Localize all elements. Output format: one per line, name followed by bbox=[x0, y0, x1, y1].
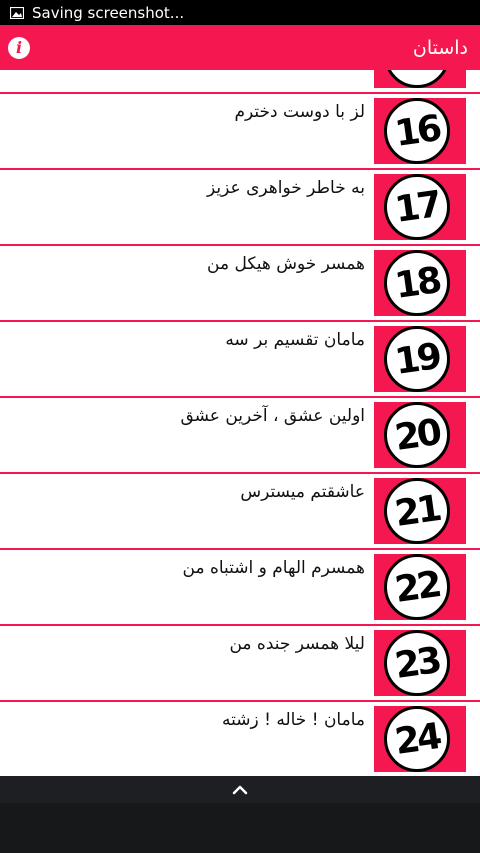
list-item[interactable]: 15 bbox=[0, 70, 480, 94]
list-item[interactable]: لیلا همسر جنده من 23 bbox=[0, 626, 480, 702]
story-thumbnail: 18 bbox=[374, 250, 466, 316]
story-thumbnail: 20 bbox=[374, 402, 466, 468]
story-number: 21 bbox=[392, 487, 442, 535]
number-badge: 18 bbox=[384, 250, 450, 316]
list-item[interactable]: مامان ! خاله ! زشته 24 bbox=[0, 702, 480, 776]
status-text: Saving screenshot... bbox=[32, 3, 185, 22]
list-item[interactable]: اولین عشق ، آخرین عشق 20 bbox=[0, 398, 480, 474]
story-number: 19 bbox=[392, 335, 442, 383]
story-number: 23 bbox=[392, 639, 442, 687]
story-thumbnail: 19 bbox=[374, 326, 466, 392]
list-item[interactable]: عاشقتم میسترس 21 bbox=[0, 474, 480, 550]
story-title: مامان تقسیم بر سه bbox=[225, 330, 365, 350]
number-badge: 21 bbox=[384, 478, 450, 544]
number-badge: 16 bbox=[384, 98, 450, 164]
story-list[interactable]: 15 لز با دوست دخترم 16 به خاطر خواهری عز… bbox=[0, 70, 480, 776]
story-thumbnail: 21 bbox=[374, 478, 466, 544]
story-number: 16 bbox=[392, 107, 442, 155]
story-thumbnail: 15 bbox=[374, 70, 466, 88]
story-number: 24 bbox=[392, 715, 442, 763]
list-item[interactable]: به خاطر خواهری عزیز 17 bbox=[0, 170, 480, 246]
story-title: لز با دوست دخترم bbox=[234, 102, 365, 122]
number-badge: 23 bbox=[384, 630, 450, 696]
app-bar: i داستان bbox=[0, 25, 480, 70]
navigation-bar bbox=[0, 776, 480, 853]
story-thumbnail: 23 bbox=[374, 630, 466, 696]
story-title: عاشقتم میسترس bbox=[240, 482, 365, 502]
story-title: همسرم الهام و اشتباه من bbox=[182, 558, 366, 578]
story-number: 15 bbox=[392, 70, 441, 78]
list-item[interactable]: همسر خوش هیکل من 18 bbox=[0, 246, 480, 322]
chevron-up-icon[interactable] bbox=[232, 785, 248, 795]
number-badge: 24 bbox=[384, 706, 450, 772]
number-badge: 19 bbox=[384, 326, 450, 392]
info-icon[interactable]: i bbox=[8, 36, 30, 59]
list-item[interactable]: مامان تقسیم بر سه 19 bbox=[0, 322, 480, 398]
number-badge: 22 bbox=[384, 554, 450, 620]
story-number: 18 bbox=[392, 259, 442, 307]
story-title: مامان ! خاله ! زشته bbox=[222, 710, 365, 730]
story-thumbnail: 17 bbox=[374, 174, 466, 240]
status-bar: Saving screenshot... bbox=[0, 0, 480, 25]
story-thumbnail: 24 bbox=[374, 706, 466, 772]
story-number: 20 bbox=[392, 411, 442, 459]
list-item[interactable]: همسرم الهام و اشتباه من 22 bbox=[0, 550, 480, 626]
app-title: داستان bbox=[412, 36, 468, 59]
story-number: 22 bbox=[392, 563, 442, 611]
story-title: لیلا همسر جنده من bbox=[229, 634, 365, 654]
story-title: اولین عشق ، آخرین عشق bbox=[180, 406, 365, 426]
image-icon bbox=[10, 6, 24, 19]
nav-handle[interactable] bbox=[0, 776, 480, 803]
number-badge: 17 bbox=[384, 174, 450, 240]
story-title: به خاطر خواهری عزیز bbox=[207, 178, 365, 198]
list-item[interactable]: لز با دوست دخترم 16 bbox=[0, 94, 480, 170]
number-badge: 20 bbox=[384, 402, 450, 468]
story-number: 17 bbox=[392, 183, 442, 231]
story-title: همسر خوش هیکل من bbox=[207, 254, 365, 274]
number-badge: 15 bbox=[384, 70, 450, 88]
story-thumbnail: 16 bbox=[374, 98, 466, 164]
story-thumbnail: 22 bbox=[374, 554, 466, 620]
